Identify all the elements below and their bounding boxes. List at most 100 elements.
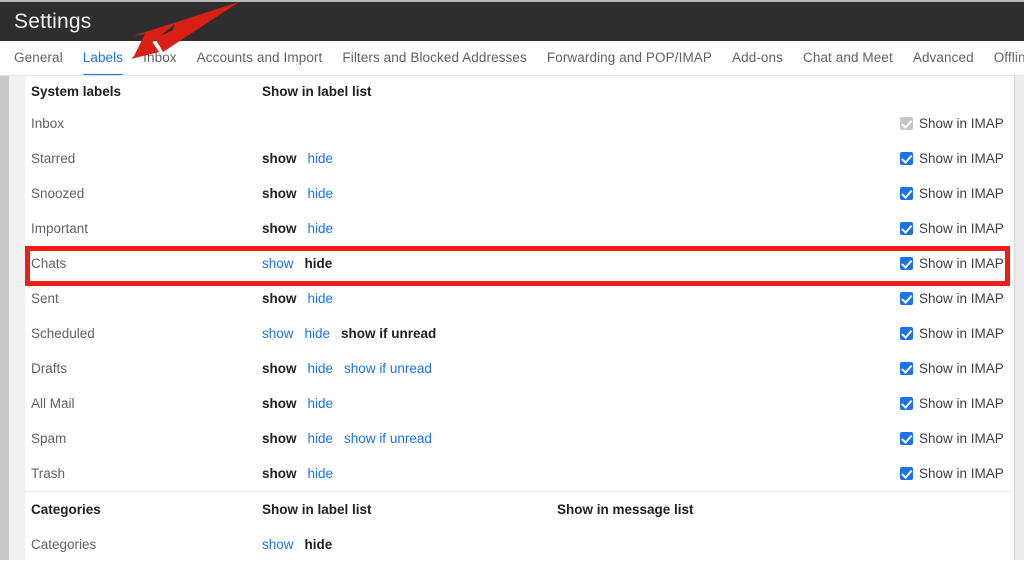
- table-row: Spam show hide show if unread Show in IMAP: [25, 421, 1014, 456]
- show-in-imap-control: Show in IMAP: [900, 106, 1004, 141]
- tab-labels[interactable]: Labels: [82, 41, 124, 75]
- label-name-sent: Sent: [31, 291, 59, 306]
- action-show-active: show: [262, 291, 297, 306]
- page-left-margin: [9, 41, 25, 564]
- page-right-scrollbar[interactable]: [1014, 41, 1024, 564]
- checkbox-icon[interactable]: [900, 397, 913, 410]
- action-show-if-unread-active: show if unread: [341, 326, 437, 341]
- show-in-imap-control[interactable]: Show in IMAP: [900, 316, 1004, 351]
- show-in-imap-label: Show in IMAP: [919, 116, 1004, 131]
- tab-accounts-and-import[interactable]: Accounts and Import: [197, 41, 323, 75]
- checkbox-icon: [900, 117, 913, 130]
- column-header-text: Show in label list: [262, 83, 372, 99]
- table-row: Snoozed show hide Show in IMAP: [25, 176, 1014, 211]
- action-show-active: show: [262, 396, 297, 411]
- system-labels-section: System labels Show in label list Inbox Show…: [25, 76, 1014, 491]
- settings-screen: Settings General Labels Inbox Accounts and …: [0, 0, 1024, 564]
- show-in-imap-control[interactable]: Show in IMAP: [900, 386, 1004, 421]
- tab-chat-and-meet[interactable]: Chat and Meet: [803, 41, 893, 75]
- show-in-imap-control[interactable]: Show in IMAP: [900, 351, 1004, 386]
- column-header-text: Show in label list: [262, 502, 372, 517]
- tab-forwarding-and-pop-imap[interactable]: Forwarding and POP/IMAP: [547, 41, 712, 75]
- categories-title: Categories: [31, 502, 101, 517]
- checkbox-icon[interactable]: [900, 152, 913, 165]
- checkbox-icon[interactable]: [900, 327, 913, 340]
- action-hide[interactable]: hide: [308, 186, 334, 201]
- action-hide[interactable]: hide: [308, 221, 334, 236]
- show-in-imap-control[interactable]: Show in IMAP: [900, 141, 1004, 176]
- action-show-active: show: [262, 361, 297, 376]
- label-name-scheduled: Scheduled: [31, 326, 95, 341]
- tab-add-ons[interactable]: Add-ons: [732, 41, 783, 75]
- action-show[interactable]: show: [262, 537, 294, 552]
- checkbox-icon[interactable]: [900, 222, 913, 235]
- show-in-imap-label: Show in IMAP: [919, 221, 1004, 236]
- tab-offline[interactable]: Offline: [994, 41, 1024, 75]
- table-row: Important show hide Show in IMAP: [25, 211, 1014, 246]
- action-hide[interactable]: hide: [308, 151, 334, 166]
- checkbox-icon[interactable]: [900, 432, 913, 445]
- table-row: Drafts show hide show if unread Show in IMAP: [25, 351, 1014, 386]
- label-name-drafts: Drafts: [31, 361, 68, 376]
- show-in-imap-control[interactable]: Show in IMAP: [900, 421, 1004, 456]
- window-titlebar: Settings: [0, 0, 1024, 41]
- action-show-if-unread[interactable]: show if unread: [344, 431, 432, 446]
- checkbox-icon[interactable]: [900, 257, 913, 270]
- label-name-starred: Starred: [31, 151, 76, 166]
- show-in-imap-label: Show in IMAP: [919, 361, 1004, 376]
- label-name-all-mail: All Mail: [31, 396, 75, 411]
- show-in-imap-control[interactable]: Show in IMAP: [900, 281, 1004, 316]
- show-in-imap-control[interactable]: Show in IMAP: [900, 211, 1004, 246]
- categories-header-row: Categories Show in label list Show in mess…: [25, 491, 1014, 527]
- table-row: Trash show hide Show in IMAP: [25, 456, 1014, 491]
- table-row: Scheduled show hide show if unread Show in I…: [25, 316, 1014, 351]
- show-in-imap-label: Show in IMAP: [919, 466, 1004, 481]
- action-show-if-unread[interactable]: show if unread: [344, 361, 432, 376]
- action-show-active: show: [262, 466, 297, 481]
- label-list-actions: show hide: [262, 141, 333, 176]
- settings-tabstrip: General Labels Inbox Accounts and Import Fil…: [0, 41, 1024, 76]
- system-labels-title: System labels: [31, 83, 122, 99]
- show-in-imap-control[interactable]: Show in IMAP: [900, 456, 1004, 491]
- action-show[interactable]: show: [262, 256, 294, 271]
- show-in-imap-control[interactable]: Show in IMAP: [900, 176, 1004, 211]
- action-hide[interactable]: hide: [308, 291, 334, 306]
- checkbox-icon[interactable]: [900, 187, 913, 200]
- label-name-categories: Categories: [31, 537, 97, 552]
- label-list-actions: show hide show if unread: [262, 351, 432, 386]
- table-row: Starred show hide Show in IMAP: [25, 141, 1014, 176]
- label-list-actions: show hide: [262, 246, 332, 281]
- action-hide[interactable]: hide: [308, 396, 334, 411]
- checkbox-icon[interactable]: [900, 292, 913, 305]
- label-name-chats: Chats: [31, 256, 67, 271]
- label-list-actions: show hide show if unread: [262, 316, 436, 351]
- checkbox-icon[interactable]: [900, 467, 913, 480]
- label-name-inbox: Inbox: [31, 116, 65, 131]
- table-row: Inbox Show in IMAP: [25, 106, 1014, 141]
- tab-inbox[interactable]: Inbox: [143, 41, 177, 75]
- action-show-active: show: [262, 431, 297, 446]
- action-hide[interactable]: hide: [308, 361, 334, 376]
- label-list-actions: show hide: [262, 211, 333, 246]
- action-show-active: show: [262, 151, 297, 166]
- column-header-show-in-message-list: Show in message list: [557, 492, 694, 527]
- action-show[interactable]: show: [262, 326, 294, 341]
- action-hide[interactable]: hide: [305, 326, 331, 341]
- action-hide[interactable]: hide: [308, 466, 334, 481]
- action-hide-active: hide: [304, 537, 333, 552]
- show-in-imap-label: Show in IMAP: [919, 431, 1004, 446]
- table-row: All Mail show hide Show in IMAP: [25, 386, 1014, 421]
- label-list-actions: show hide: [262, 281, 333, 316]
- show-in-imap-label: Show in IMAP: [919, 326, 1004, 341]
- page-bottom-edge: [0, 560, 1024, 564]
- tab-filters-and-blocked-addresses[interactable]: Filters and Blocked Addresses: [342, 41, 527, 75]
- action-show-active: show: [262, 221, 297, 236]
- tab-advanced[interactable]: Advanced: [913, 41, 974, 75]
- action-hide[interactable]: hide: [308, 431, 334, 446]
- tab-general[interactable]: General: [14, 41, 63, 75]
- show-in-imap-label: Show in IMAP: [919, 256, 1004, 271]
- show-in-imap-control[interactable]: Show in IMAP: [900, 246, 1004, 281]
- label-name-important: Important: [31, 221, 89, 236]
- checkbox-icon[interactable]: [900, 362, 913, 375]
- label-list-actions: show hide: [262, 527, 332, 562]
